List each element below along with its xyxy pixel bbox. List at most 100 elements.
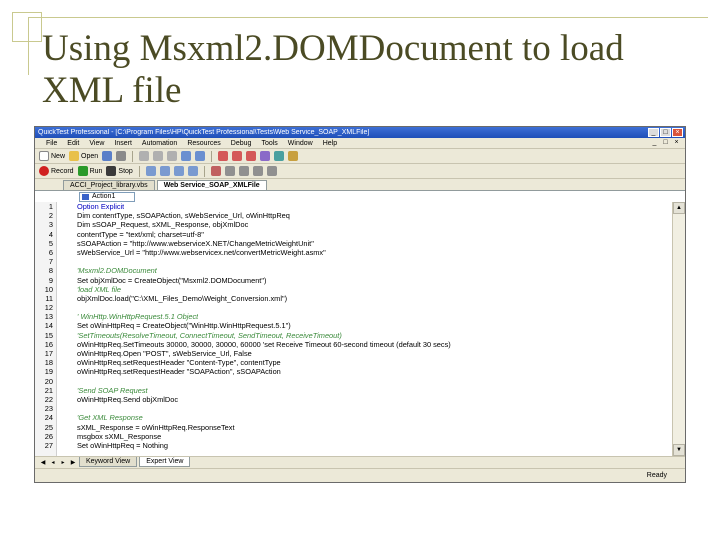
maximize-button[interactable]: □ [660, 128, 671, 137]
code-line[interactable]: 9 Set objXmlDoc = CreateObject("Msxml2.DO… [35, 276, 673, 285]
active-screen-icon[interactable] [187, 166, 198, 176]
comment-icon[interactable] [224, 166, 235, 176]
code-line[interactable]: 22 oWinHttpReq.Send objXmlDoc [35, 395, 673, 404]
action-selector[interactable]: Action1 [79, 192, 135, 202]
run-button[interactable]: Run [77, 166, 102, 176]
code-line[interactable]: 1 Option Explicit [35, 202, 673, 211]
close-button[interactable]: × [672, 128, 683, 137]
code-editor[interactable]: 1 Option Explicit 2 Dim contentType, sSOAPA… [35, 202, 673, 456]
doc-restore-button[interactable]: □ [661, 139, 670, 147]
code-line[interactable]: 23 [35, 404, 673, 413]
code-line[interactable]: 4 contentType = "text/xml; charset=utf-8" [35, 230, 673, 239]
checkpoint-icon[interactable] [145, 166, 156, 176]
code-line[interactable]: 5 sSOAPAction = "http://www.webserviceX.N… [35, 239, 673, 248]
new-button[interactable]: New [39, 151, 65, 161]
line-number: 16 [44, 339, 53, 349]
line-number: 22 [44, 394, 53, 404]
undo-icon[interactable] [181, 151, 192, 161]
code-line[interactable]: 2 Dim contentType, sSOAPAction, sWebServi… [35, 211, 673, 220]
standard-toolbar: New Open [35, 149, 685, 164]
line-number: 20 [44, 376, 53, 386]
code-text: oWinHttpReq.SetTimeouts 30000, 30000, 30… [77, 339, 451, 349]
code-line[interactable]: 7 [35, 257, 673, 266]
last-tab-icon[interactable]: ▶ [69, 459, 77, 466]
code-line[interactable]: 14 Set oWinHttpReq = CreateObject("WinHtt… [35, 321, 673, 330]
line-number: 15 [44, 330, 53, 340]
code-line[interactable]: 24 'Get XML Response [35, 413, 673, 422]
menu-tools[interactable]: Tools [256, 140, 282, 147]
menu-debug[interactable]: Debug [226, 140, 257, 147]
menu-view[interactable]: View [84, 140, 109, 147]
line-number: 7 [48, 257, 53, 267]
code-text: Set objXmlDoc = CreateObject("Msxml2.DOM… [77, 275, 267, 285]
paste-icon[interactable] [167, 151, 178, 161]
insert-breakpoint-icon[interactable] [210, 166, 221, 176]
uncomment-icon[interactable] [238, 166, 249, 176]
tab-keyword-view[interactable]: Keyword View [79, 457, 138, 467]
print-icon[interactable] [116, 151, 127, 161]
doc-minimize-button[interactable]: _ [650, 139, 659, 147]
scroll-down-icon[interactable]: ▼ [673, 444, 685, 456]
open-button[interactable]: Open [69, 151, 98, 161]
code-line[interactable]: 6 sWebService_Url = "http://www.webservic… [35, 248, 673, 257]
tab-expert-view[interactable]: Expert View [139, 457, 191, 467]
output-value-icon[interactable] [159, 166, 170, 176]
step-out-icon[interactable] [246, 151, 257, 161]
code-line[interactable]: 25 sXML_Response = oWinHttpReq.ResponseTe… [35, 423, 673, 432]
next-tab-icon[interactable]: ▸ [59, 459, 67, 466]
code-line[interactable]: 13 ' WinHttp.WinHttpRequest.5.1 Object [35, 312, 673, 321]
copy-icon[interactable] [153, 151, 164, 161]
menu-edit[interactable]: Edit [62, 140, 84, 147]
code-line[interactable]: 11 objXmlDoc.load("C:\XML_Files_Demo\Weig… [35, 294, 673, 303]
scroll-up-icon[interactable]: ▲ [673, 202, 685, 214]
code-line[interactable]: 3 Dim sSOAP_Request, sXML_Response, objXm… [35, 220, 673, 229]
tab-web-service-test[interactable]: Web Service_SOAP_XMLFile [156, 180, 267, 190]
menu-insert[interactable]: Insert [109, 140, 137, 147]
menu-help[interactable]: Help [318, 140, 342, 147]
doc-close-button[interactable]: × [672, 139, 681, 147]
line-number: 27 [44, 440, 53, 450]
code-line[interactable]: 10 'load XML file [35, 285, 673, 294]
code-line[interactable]: 8 'Msxml2.DOMDocument [35, 266, 673, 275]
code-lines: 1 Option Explicit 2 Dim contentType, sSOAPA… [35, 202, 673, 450]
object-repository-icon[interactable] [260, 151, 271, 161]
prev-tab-icon[interactable]: ◂ [49, 459, 57, 466]
code-line[interactable]: 18 oWinHttpReq.setRequestHeader "Content-… [35, 358, 673, 367]
menu-automation[interactable]: Automation [137, 140, 182, 147]
code-line[interactable]: 17 oWinHttpReq.Open "POST", sWebService_U… [35, 349, 673, 358]
code-line[interactable]: 27 Set oWinHttpReq = Nothing [35, 441, 673, 450]
line-number: 2 [48, 211, 53, 221]
line-number: 24 [44, 413, 53, 423]
code-line[interactable]: 19 oWinHttpReq.setRequestHeader "SOAPActi… [35, 367, 673, 376]
line-number: 18 [44, 358, 53, 368]
save-icon[interactable] [102, 151, 113, 161]
record-button[interactable]: Record [39, 166, 74, 176]
code-line[interactable]: 12 [35, 303, 673, 312]
tab-library-file[interactable]: ACCI_Project_library.vbs [63, 180, 155, 190]
step-into-icon[interactable] [218, 151, 229, 161]
code-line[interactable]: 15 'SetTimeouts(ResolveTimeout, ConnectTi… [35, 331, 673, 340]
code-line[interactable]: 16 oWinHttpReq.SetTimeouts 30000, 30000, … [35, 340, 673, 349]
menu-file[interactable]: File [41, 140, 62, 147]
cut-icon[interactable] [139, 151, 150, 161]
menu-resources[interactable]: Resources [182, 140, 225, 147]
code-line[interactable]: 21 'Send SOAP Request [35, 386, 673, 395]
toolbar-separator [138, 165, 140, 177]
stop-button[interactable]: Stop [106, 166, 133, 176]
vertical-scrollbar[interactable]: ▲ ▼ [672, 202, 685, 456]
outdent-icon[interactable] [266, 166, 277, 176]
step-generator-icon[interactable] [173, 166, 184, 176]
record-label: Record [51, 167, 74, 175]
code-line[interactable]: 26 msgbox sXML_Response [35, 432, 673, 441]
menu-window[interactable]: Window [283, 140, 318, 147]
first-tab-icon[interactable]: ◀ [39, 459, 47, 466]
indent-icon[interactable] [252, 166, 263, 176]
code-text: 'SetTimeouts(ResolveTimeout, ConnectTime… [77, 330, 342, 340]
minimize-button[interactable]: _ [648, 128, 659, 137]
data-table-icon[interactable] [274, 151, 285, 161]
code-line[interactable]: 20 [35, 377, 673, 386]
step-over-icon[interactable] [232, 151, 243, 161]
redo-icon[interactable] [195, 151, 206, 161]
function-icon[interactable] [288, 151, 299, 161]
